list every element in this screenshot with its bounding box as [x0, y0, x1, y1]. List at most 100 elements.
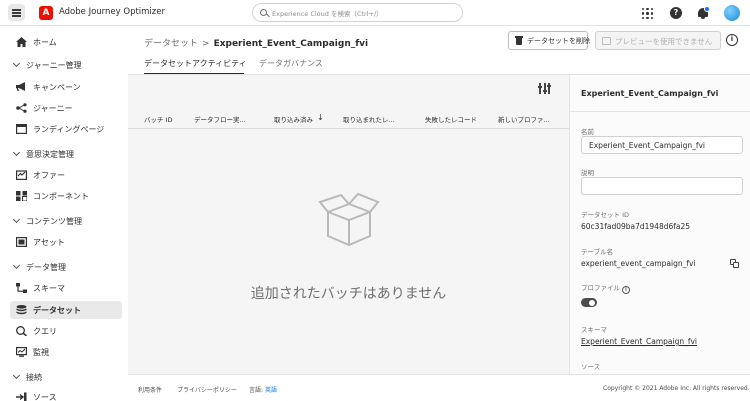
chevron-down-icon: [12, 371, 21, 380]
schema-link[interactable]: Experient_Event_Campaign_fvi: [581, 337, 697, 346]
sidebar-group-content-management[interactable]: コンテンツ管理: [10, 213, 122, 229]
profile-info-icon[interactable]: i: [622, 286, 630, 294]
copy-icon[interactable]: [730, 259, 739, 268]
sidebar-item-label: ホーム: [33, 38, 57, 47]
sidebar-item-label: クエリ: [33, 327, 57, 336]
sidebar-item-monitoring[interactable]: 監視: [10, 343, 122, 361]
tab-data-governance[interactable]: データガバナンス: [259, 58, 323, 69]
sidebar-group-data-management[interactable]: データ管理: [10, 259, 122, 275]
sidebar-item-components[interactable]: コンポーネント: [10, 187, 122, 205]
profile-label: プロファイル: [581, 284, 620, 292]
monitoring-icon: [16, 347, 27, 357]
empty-box-icon: [318, 192, 380, 247]
name-field[interactable]: Experient_Event_Campaign_fvi: [581, 136, 743, 154]
breadcrumb: データセット > Experient_Event_Campaign_fvi: [144, 36, 368, 49]
chevron-down-icon: [12, 148, 21, 157]
sidebar-item-label: 監視: [33, 348, 49, 357]
column-settings-icon[interactable]: [538, 83, 551, 94]
schema-label: スキーマ: [581, 326, 607, 334]
sort-descending-icon[interactable]: ↓: [317, 113, 324, 122]
search-icon: [260, 9, 267, 16]
apps-grid-icon[interactable]: [642, 8, 653, 19]
table-name-label: テーブル名: [581, 248, 614, 256]
language-selector[interactable]: 言語: 英語: [249, 385, 277, 394]
offer-icon: [16, 170, 27, 180]
sidebar-group-connections[interactable]: 接続: [10, 369, 122, 385]
sidebar-item-datasets[interactable]: データセット: [10, 301, 122, 319]
profile-label-row: プロファイル i: [581, 282, 630, 294]
profile-toggle[interactable]: [581, 298, 597, 307]
info-icon[interactable]: i: [726, 34, 738, 46]
column-header-records-ingested[interactable]: 取り込まれたレ...: [343, 114, 395, 124]
delete-dataset-button[interactable]: データセットを削除: [508, 31, 590, 50]
schema-icon: [16, 283, 27, 293]
table-header: バッチ ID データフロー実... 取り込み済み ↓ 取り込まれたレ... 失敗…: [128, 109, 569, 129]
sidebar-item-label: スキーマ: [33, 284, 65, 293]
sidebar-group-label: コンテンツ管理: [26, 217, 82, 226]
sidebar-item-journeys[interactable]: ジャーニー: [10, 99, 122, 117]
search-placeholder: Experience Cloud を検索（Ctrl+/）: [272, 10, 383, 18]
notification-dot: [704, 6, 710, 12]
chevron-down-icon: [12, 59, 21, 68]
sidebar-item-label: アセット: [33, 238, 65, 247]
column-header-new-profiles[interactable]: 新しいプロファ...: [498, 114, 550, 124]
notification-bell-icon[interactable]: [697, 6, 710, 20]
sidebar-item-label: ランディングページ: [33, 125, 105, 134]
chevron-down-icon: [12, 261, 21, 270]
help-icon[interactable]: ?: [670, 7, 682, 19]
breadcrumb-parent-link[interactable]: データセット: [144, 39, 198, 49]
assets-icon: [16, 237, 27, 247]
user-avatar[interactable]: [724, 5, 740, 21]
dataset-id-value: 60c31fad09ba7d1948d6fa25: [581, 222, 691, 231]
components-icon: [16, 191, 27, 201]
chevron-down-icon: [12, 215, 21, 224]
column-header-dataflow[interactable]: データフロー実...: [194, 114, 246, 124]
description-field[interactable]: [581, 177, 743, 195]
breadcrumb-separator: >: [202, 39, 210, 49]
top-bar: A Adobe Journey Optimizer Experience Clo…: [0, 0, 750, 26]
column-header-batch-id[interactable]: バッチ ID: [144, 114, 173, 124]
dataset-details-rail: Experient_Event_Campaign_fvi 名前 Experien…: [569, 74, 750, 374]
source-icon: [16, 392, 27, 401]
batch-table-panel: バッチ ID データフロー実... 取り込み済み ↓ 取り込まれたレ... 失敗…: [128, 74, 569, 374]
query-icon: [16, 326, 27, 336]
preview-dataset-label: プレビューを使用できません: [615, 37, 713, 46]
sidebar-item-campaigns[interactable]: キャンペーン: [10, 78, 122, 96]
preview-dataset-button[interactable]: プレビューを使用できません: [595, 31, 721, 50]
description-label: 説明: [581, 169, 594, 177]
sidebar-group-label: 接続: [26, 373, 42, 382]
column-header-ingested[interactable]: 取り込み済み: [274, 114, 313, 124]
adobe-logo-icon: A: [39, 6, 53, 20]
terms-link[interactable]: 利用条件: [138, 385, 162, 394]
hamburger-menu-button[interactable]: [8, 4, 25, 21]
sidebar-item-offers[interactable]: オファー: [10, 166, 122, 184]
sidebar-item-label: ジャーニー: [33, 104, 73, 113]
sidebar-item-queries[interactable]: クエリ: [10, 322, 122, 340]
search-input[interactable]: Experience Cloud を検索（Ctrl+/）: [252, 3, 463, 22]
privacy-link[interactable]: プライバシーポリシー: [177, 385, 237, 394]
name-field-value: Experient_Event_Campaign_fvi: [589, 141, 706, 150]
app-title[interactable]: Adobe Journey Optimizer: [59, 7, 165, 17]
sidebar-item-assets[interactable]: アセット: [10, 233, 122, 251]
home-icon: [16, 37, 27, 47]
journey-icon: [16, 103, 27, 113]
sidebar-item-home[interactable]: ホーム: [10, 33, 122, 51]
tab-dataset-activity[interactable]: データセットアクティビティ: [144, 58, 247, 69]
sidebar-group-decision-management[interactable]: 意思決定管理: [10, 146, 122, 162]
sidebar-item-label: オファー: [33, 171, 65, 180]
column-header-failed-records[interactable]: 失敗したレコード: [425, 114, 477, 124]
sidebar-group-journey-management[interactable]: ジャーニー管理: [10, 57, 122, 73]
dataset-id-label: データセット ID: [581, 211, 629, 219]
sidebar-group-label: データ管理: [26, 263, 66, 272]
sidebar-item-landing-pages[interactable]: ランディングページ: [10, 120, 122, 138]
sidebar-item-label: データセット: [33, 306, 81, 315]
sidebar-item-label: コンポーネント: [33, 192, 89, 201]
sidebar-item-label: ソース: [33, 393, 57, 401]
sidebar-item-schemas[interactable]: スキーマ: [10, 279, 122, 297]
dataset-icon: [16, 305, 27, 315]
sidebar-item-sources[interactable]: ソース: [10, 388, 122, 401]
language-value: 英語: [264, 387, 277, 394]
sidebar: ホーム ジャーニー管理 キャンペーン ジャーニー ランディングページ 意思決定管…: [0, 26, 128, 401]
page-title: Experient_Event_Campaign_fvi: [213, 39, 369, 49]
source-label: ソース: [581, 363, 601, 371]
